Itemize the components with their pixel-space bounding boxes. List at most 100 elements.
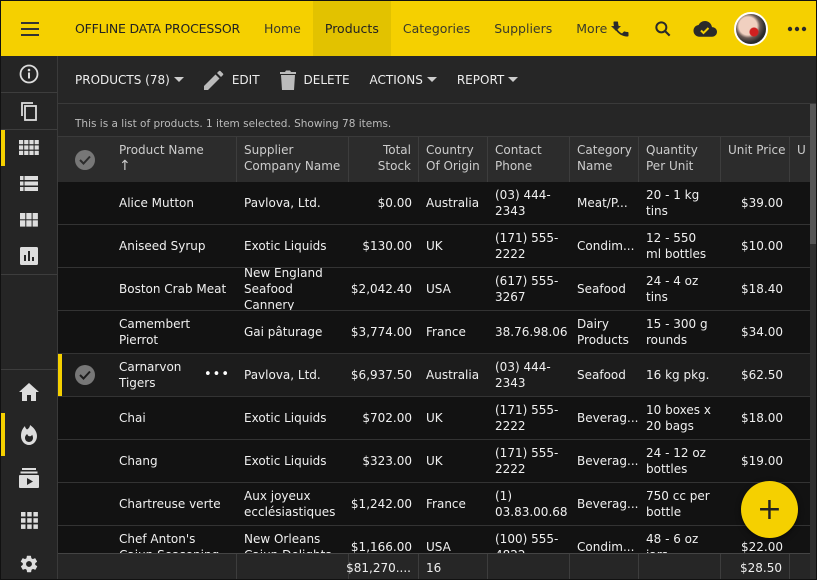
header-text: Phone: [495, 159, 533, 173]
sidebar-item-list[interactable]: [1, 166, 57, 202]
table-row[interactable]: Chang Exotic Liquids $323.00 UK (171) 555-22…: [58, 440, 810, 483]
nav-home-label: Home: [263, 21, 301, 36]
add-product-button[interactable]: +: [741, 481, 798, 538]
cell-total-stock: $1,242.00: [349, 483, 419, 525]
sidebar-item-home[interactable]: [1, 370, 57, 413]
delete-button[interactable]: DELETE: [279, 70, 350, 90]
cell-truncated: [790, 225, 810, 267]
sidebar-item-trending[interactable]: [1, 413, 57, 456]
sidebar-item-info[interactable]: [1, 56, 57, 92]
column-header-product-name[interactable]: Product Name ↑: [112, 137, 237, 182]
row-select-checkbox[interactable]: [58, 225, 112, 267]
cell-truncated: [790, 354, 810, 396]
cell-total-stock: $6,937.50: [349, 354, 419, 396]
nav-suppliers[interactable]: Suppliers: [482, 1, 564, 56]
row-select-checkbox[interactable]: [58, 440, 112, 482]
column-header-phone[interactable]: Contact Phone: [488, 137, 570, 182]
header-text: Name: [577, 159, 613, 173]
table-row[interactable]: Chai Exotic Liquids $702.00 UK (171) 555-222…: [58, 397, 810, 440]
sidebar-item-settings[interactable]: [1, 542, 57, 579]
cell-country-text: USA: [426, 282, 451, 296]
cell-category-text: Condim...: [577, 239, 635, 253]
cell-country: Australia: [419, 182, 488, 224]
list-status-text: This is a list of products. 1 item selec…: [75, 118, 392, 130]
cell-product-name: Alice Mutton: [112, 182, 237, 224]
plus-icon: +: [756, 491, 783, 527]
cell-product-name: Aniseed Syrup: [112, 225, 237, 267]
header-text: Total: [382, 143, 411, 157]
header-text: Stock: [377, 159, 411, 173]
search-button[interactable]: [642, 1, 684, 56]
column-header-supplier[interactable]: Supplier Company Name: [237, 137, 349, 182]
cell-supplier-text: Pavlova, Ltd.: [244, 196, 321, 210]
cloud-check-icon: [693, 20, 717, 37]
sidebar-item-copy[interactable]: [1, 93, 57, 129]
cell-product-name-text: Boston Crab Meat: [119, 282, 227, 296]
cell-total-stock-text: $702.00: [362, 411, 412, 425]
cell-quantity: 20 - 1 kg tins: [639, 182, 721, 224]
sidebar-item-chart[interactable]: [1, 238, 57, 274]
header-text: Company Name: [244, 159, 341, 173]
row-select-checkbox[interactable]: [58, 483, 112, 525]
nav-categories[interactable]: Categories: [391, 1, 482, 56]
row-select-checkbox[interactable]: [58, 311, 112, 353]
more-options-button[interactable]: [776, 1, 816, 56]
table-row[interactable]: Alice Mutton Pavlova, Ltd. $0.00 Australia (…: [58, 182, 810, 225]
table-row[interactable]: Boston Crab Meat New England Seafood Cann…: [58, 268, 810, 311]
grid-view-icon: [19, 140, 39, 155]
phone-button[interactable]: [600, 1, 642, 56]
row-more-icon[interactable]: •••: [204, 367, 230, 383]
scrollbar-thumb[interactable]: [810, 104, 816, 244]
column-header-category[interactable]: Category Name: [570, 137, 639, 182]
vertical-scrollbar[interactable]: [810, 104, 816, 579]
nav-products[interactable]: Products: [312, 1, 391, 56]
table-row-selected[interactable]: Carnarvon Tigers ••• Pavlova, Ltd. $6,937.5…: [58, 354, 810, 397]
summary-total-stock: $81,270....: [346, 554, 419, 579]
products-dropdown[interactable]: PRODUCTS (78): [75, 73, 184, 87]
header-text: U: [797, 143, 806, 157]
cell-quantity: 12 - 550 ml bottles: [639, 225, 721, 267]
header-text: Per Unit: [646, 159, 694, 173]
column-header-truncated[interactable]: U: [790, 137, 810, 182]
left-sidebar: [1, 56, 58, 579]
summary-cell: [237, 554, 349, 579]
sidebar-item-media[interactable]: [1, 456, 57, 499]
cell-total-stock: $702.00: [349, 397, 419, 439]
table-row[interactable]: Chartreuse verte Aux joyeux ecclésiastiqu…: [58, 483, 810, 526]
cell-truncated: [790, 311, 810, 353]
cell-product-name: Chai: [112, 397, 237, 439]
column-header-unit-price[interactable]: Unit Price: [721, 137, 790, 182]
actions-dropdown[interactable]: ACTIONS: [370, 73, 437, 87]
sidebar-item-tiles[interactable]: [1, 202, 57, 238]
select-all-checkbox[interactable]: [58, 137, 112, 182]
nav-home[interactable]: Home: [252, 1, 313, 56]
cell-quantity-text: 750 cc per bottle: [646, 489, 710, 519]
sidebar-divider: [1, 274, 57, 275]
row-select-checkbox[interactable]: [58, 182, 112, 224]
sidebar-item-apps[interactable]: [1, 499, 57, 542]
table-row[interactable]: Aniseed Syrup Exotic Liquids $130.00 UK (171…: [58, 225, 810, 268]
cell-unit-price: $39.00: [721, 182, 790, 224]
row-select-checkbox[interactable]: [58, 397, 112, 439]
cell-supplier: Pavlova, Ltd.: [237, 182, 349, 224]
cell-phone-text: (1) 03.83.00.68: [495, 489, 568, 519]
cell-phone-text: (171) 555-2222: [495, 446, 559, 476]
tile-view-icon: [20, 213, 38, 227]
cell-total-stock: $323.00: [349, 440, 419, 482]
avatar[interactable]: [734, 11, 768, 46]
column-header-country[interactable]: Country Of Origin: [419, 137, 488, 182]
sidebar-item-grid[interactable]: [1, 130, 57, 166]
row-select-checkbox[interactable]: [58, 354, 112, 396]
column-header-quantity[interactable]: Quantity Per Unit: [639, 137, 721, 182]
menu-button[interactable]: [1, 1, 58, 56]
table-row[interactable]: Camembert Pierrot Gai pâturage $3,774.00 Fr…: [58, 311, 810, 354]
column-header-total-stock[interactable]: Total Stock: [349, 137, 419, 182]
cell-unit-price: $62.50: [721, 354, 790, 396]
cell-phone: (617) 555-3267: [488, 268, 570, 310]
cell-total-stock: $130.00: [349, 225, 419, 267]
sync-status-button[interactable]: [684, 1, 726, 56]
edit-button[interactable]: EDIT: [203, 70, 260, 90]
report-dropdown[interactable]: REPORT: [457, 73, 519, 87]
row-select-checkbox[interactable]: [58, 268, 112, 310]
top-bar: OFFLINE DATA PROCESSOR Home Products Cat…: [1, 1, 816, 56]
